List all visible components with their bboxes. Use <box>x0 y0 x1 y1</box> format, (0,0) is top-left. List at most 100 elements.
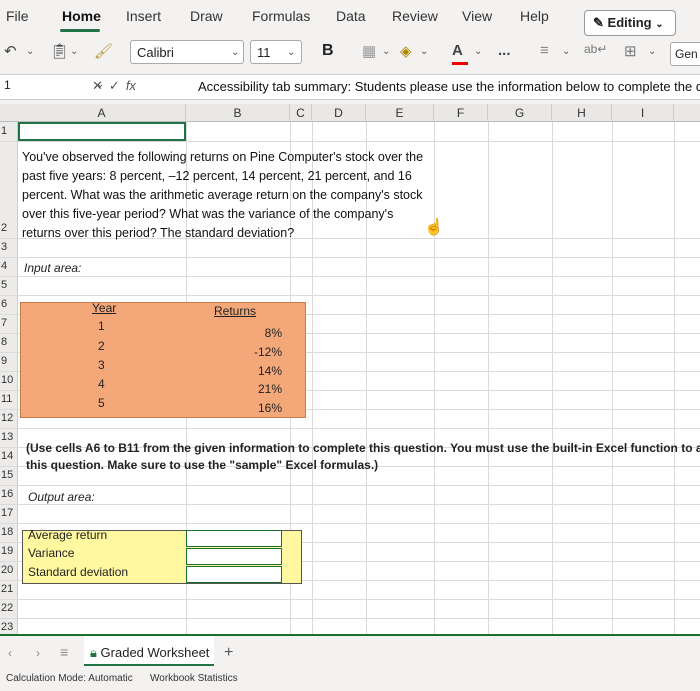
tab-view[interactable]: View <box>462 8 492 24</box>
column-header-e[interactable]: E <box>366 104 434 122</box>
clipboard-icon[interactable]: 📋︎ <box>50 42 69 60</box>
tab-data[interactable]: Data <box>336 8 366 24</box>
column-header-c[interactable]: C <box>290 104 312 122</box>
merge-cells-icon[interactable]: ⊞ <box>624 42 637 60</box>
active-cell-a1[interactable] <box>18 122 186 141</box>
output-area-label: Output area: <box>28 490 95 504</box>
all-sheets-icon[interactable]: ≡ <box>60 644 68 660</box>
row-header-10[interactable]: 10 <box>0 374 18 386</box>
editing-mode-button[interactable]: ✎ Editing ⌄ <box>584 10 676 36</box>
column-header-i[interactable]: I <box>612 104 674 122</box>
chevron-down-icon: ⌄ <box>231 47 240 58</box>
lock-icon: 🔒︎ <box>90 645 97 660</box>
column-header-h[interactable]: H <box>552 104 612 122</box>
row-header-18[interactable]: 18 <box>0 526 18 538</box>
row-header-16[interactable]: 16 <box>0 488 18 500</box>
column-header-a[interactable]: A <box>18 104 186 122</box>
tab-review[interactable]: Review <box>392 8 438 24</box>
sheet-tab-bar: ‹ › ≡ 🔒︎ Graded Worksheet + <box>0 634 700 668</box>
row-header-23[interactable]: 23 <box>0 621 18 633</box>
year-header: Year <box>92 301 117 315</box>
worksheet-grid[interactable]: 1 2 3 4 5 6 7 8 9 10 11 12 13 14 15 16 1… <box>0 122 700 634</box>
borders-icon[interactable]: ▦ <box>362 42 376 60</box>
chevron-down-icon[interactable]: ⌄ <box>648 46 656 57</box>
return-value: 8% <box>264 326 282 340</box>
row-header-2[interactable]: 2 <box>0 222 18 234</box>
row-header-21[interactable]: 21 <box>0 583 18 595</box>
calculation-mode[interactable]: Calculation Mode: Automatic <box>6 673 133 684</box>
tab-file[interactable]: File <box>6 8 29 24</box>
workbook-statistics[interactable]: Workbook Statistics <box>150 673 238 684</box>
variance-input[interactable] <box>186 548 282 565</box>
return-value: -12% <box>253 345 282 359</box>
row-header-12[interactable]: 12 <box>0 412 18 424</box>
align-icon[interactable]: ≡ <box>540 42 549 59</box>
editing-label: Editing <box>607 15 652 30</box>
name-box[interactable]: 1 <box>4 78 11 92</box>
row-header-6[interactable]: 6 <box>0 298 18 310</box>
row-header-22[interactable]: 22 <box>0 602 18 614</box>
row-header-20[interactable]: 20 <box>0 564 18 576</box>
cancel-icon[interactable]: ✕ <box>92 78 109 93</box>
year-value: 1 <box>98 319 105 333</box>
prev-sheet-icon[interactable]: ‹ <box>8 646 12 660</box>
bold-button[interactable]: B <box>322 42 334 60</box>
formula-bar: 1 ⌄ ✕✓fx Accessibility tab summary: Stud… <box>0 74 700 100</box>
tab-help[interactable]: Help <box>520 8 549 24</box>
std-deviation-label: Standard deviation <box>28 565 129 579</box>
row-header-19[interactable]: 19 <box>0 545 18 557</box>
row-header-11[interactable]: 11 <box>0 393 18 405</box>
average-return-input[interactable] <box>186 530 282 547</box>
next-sheet-icon[interactable]: › <box>36 646 40 660</box>
active-tab-indicator <box>60 29 100 32</box>
chevron-down-icon[interactable]: ⌄ <box>70 46 78 57</box>
font-name-select[interactable]: Calibri ⌄ <box>130 40 244 64</box>
column-header-f[interactable]: F <box>434 104 488 122</box>
average-return-label: Average return <box>28 528 108 542</box>
font-color-icon[interactable]: A <box>452 42 463 59</box>
row-header-5[interactable]: 5 <box>0 279 18 291</box>
row-header-3[interactable]: 3 <box>0 241 18 253</box>
column-headers: A B C D E F G H I <box>0 104 700 122</box>
wrap-text-icon[interactable]: ab↵ <box>584 42 607 56</box>
chevron-down-icon[interactable]: ⌄ <box>562 46 570 57</box>
return-value: 16% <box>257 401 282 415</box>
tab-draw[interactable]: Draw <box>190 8 223 24</box>
column-header-d[interactable]: D <box>312 104 366 122</box>
font-size-select[interactable]: 11 ⌄ <box>250 40 302 64</box>
column-header-b[interactable]: B <box>186 104 290 122</box>
confirm-icon[interactable]: ✓ <box>109 78 126 93</box>
column-header-g[interactable]: G <box>488 104 552 122</box>
undo-icon[interactable]: ↶ <box>4 42 17 60</box>
row-header-8[interactable]: 8 <box>0 336 18 348</box>
row-header-1[interactable]: 1 <box>0 125 18 137</box>
font-name-value: Calibri <box>137 45 174 60</box>
row-header-4[interactable]: 4 <box>0 260 18 272</box>
chevron-down-icon[interactable]: ⌄ <box>420 46 428 57</box>
row-header-7[interactable]: 7 <box>0 317 18 329</box>
tab-formulas[interactable]: Formulas <box>252 8 310 24</box>
std-deviation-input[interactable] <box>186 566 282 583</box>
row-header-14[interactable]: 14 <box>0 450 18 462</box>
tab-insert[interactable]: Insert <box>126 8 161 24</box>
chevron-down-icon[interactable]: ⌄ <box>474 46 482 57</box>
chevron-down-icon: ⌄ <box>655 19 664 30</box>
formula-input[interactable]: Accessibility tab summary: Students plea… <box>198 79 700 94</box>
tab-home[interactable]: Home <box>62 8 101 24</box>
row-header-15[interactable]: 15 <box>0 469 18 481</box>
format-painter-icon[interactable]: 🖌︎ <box>94 42 113 60</box>
row-header-9[interactable]: 9 <box>0 355 18 367</box>
instructions-line: (Use cells A6 to B11 from the given info… <box>26 441 700 455</box>
add-sheet-button[interactable]: + <box>224 644 233 662</box>
question-text: You've observed the following returns on… <box>22 150 424 240</box>
chevron-down-icon[interactable]: ⌄ <box>382 46 390 57</box>
number-format-select[interactable]: Gen <box>670 42 700 66</box>
chevron-down-icon[interactable]: ⌄ <box>26 46 34 57</box>
input-area-label: Input area: <box>24 261 82 275</box>
returns-header: Returns <box>214 304 257 318</box>
row-header-13[interactable]: 13 <box>0 431 18 443</box>
more-options-button[interactable]: ... <box>498 42 511 59</box>
row-header-17[interactable]: 17 <box>0 507 18 519</box>
fill-color-icon[interactable]: ◈ <box>400 42 412 60</box>
sheet-tab-graded-worksheet[interactable]: 🔒︎ Graded Worksheet <box>84 636 214 666</box>
